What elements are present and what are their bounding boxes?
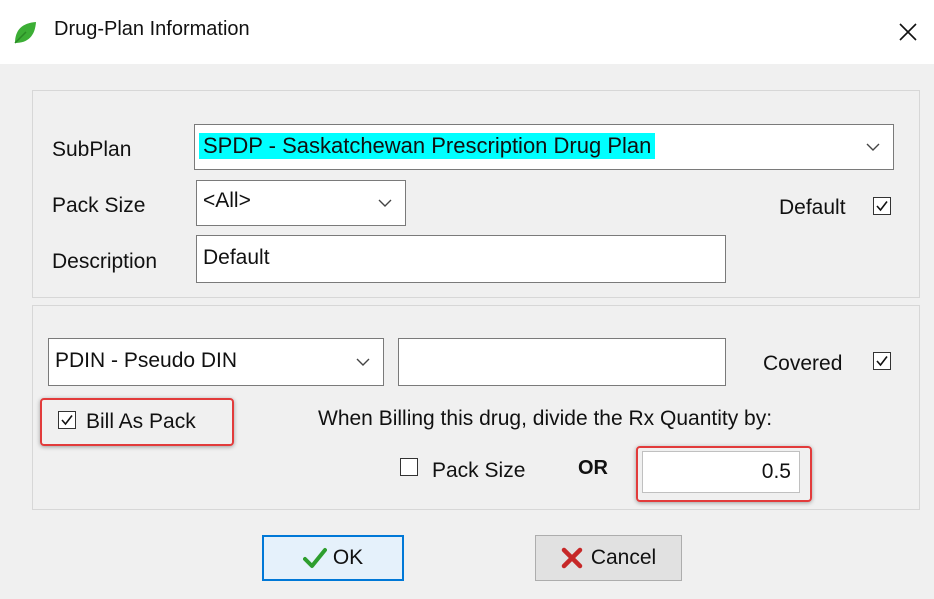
default-checkbox[interactable] bbox=[873, 197, 891, 215]
chevron-down-icon bbox=[353, 339, 373, 385]
billing-instruction: When Billing this drug, divide the Rx Qu… bbox=[318, 407, 773, 430]
ok-button[interactable]: OK bbox=[262, 535, 404, 581]
bill-as-pack-checkbox[interactable] bbox=[58, 411, 76, 429]
subplan-value: SPDP - Saskatchewan Prescription Drug Pl… bbox=[199, 133, 656, 159]
covered-checkbox[interactable] bbox=[873, 352, 891, 370]
or-label: OR bbox=[578, 457, 608, 479]
pack-size-select[interactable]: <All> bbox=[196, 180, 406, 226]
checkmark-icon bbox=[876, 201, 888, 212]
window-title: Drug-Plan Information bbox=[54, 18, 250, 40]
covered-label: Covered bbox=[763, 352, 843, 375]
din-input[interactable] bbox=[398, 338, 726, 386]
checkmark-icon bbox=[302, 548, 327, 568]
drug-plan-dialog: Drug-Plan Information SubPlan SPDP - Sas… bbox=[0, 0, 934, 599]
checkmark-icon bbox=[61, 415, 73, 426]
pack-size-value: <All> bbox=[203, 189, 251, 212]
pack-size-checkbox[interactable] bbox=[400, 458, 418, 476]
chevron-down-icon bbox=[863, 125, 883, 169]
close-icon bbox=[899, 23, 917, 41]
checkmark-icon bbox=[876, 356, 888, 367]
cancel-button[interactable]: Cancel bbox=[535, 535, 682, 581]
cancel-label: Cancel bbox=[590, 546, 657, 569]
description-label: Description bbox=[52, 250, 158, 273]
bill-as-pack-label: Bill As Pack bbox=[86, 410, 196, 433]
title-bar: Drug-Plan Information bbox=[0, 0, 934, 64]
description-input[interactable]: Default bbox=[196, 235, 726, 283]
x-icon bbox=[561, 547, 583, 569]
pack-size-option-label: Pack Size bbox=[432, 459, 526, 482]
din-type-value: PDIN - Pseudo DIN bbox=[55, 349, 238, 372]
quantity-value: 0.5 bbox=[761, 460, 791, 483]
pack-size-label: Pack Size bbox=[52, 194, 146, 217]
description-value: Default bbox=[203, 246, 270, 269]
subplan-select[interactable]: SPDP - Saskatchewan Prescription Drug Pl… bbox=[194, 124, 894, 170]
chevron-down-icon bbox=[375, 181, 395, 225]
default-label: Default bbox=[779, 196, 846, 219]
quantity-input[interactable]: 0.5 bbox=[642, 451, 800, 493]
subplan-label: SubPlan bbox=[52, 138, 132, 161]
ok-label: OK bbox=[332, 546, 364, 569]
close-button[interactable] bbox=[888, 12, 928, 52]
leaf-icon bbox=[12, 20, 38, 46]
din-type-select[interactable]: PDIN - Pseudo DIN bbox=[48, 338, 384, 386]
